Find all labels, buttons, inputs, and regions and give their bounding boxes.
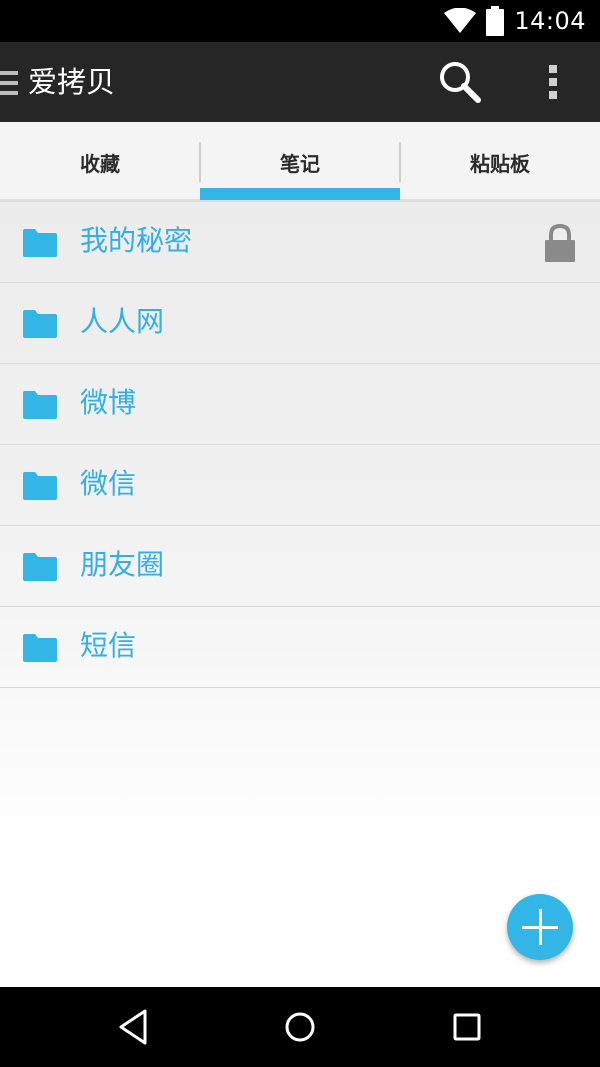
search-icon[interactable] [436,58,484,106]
tab-indicator [200,188,400,200]
folder-row[interactable]: 微博 [0,364,600,445]
more-vert-icon[interactable] [536,58,572,106]
folder-label: 短信 [80,629,137,662]
app-toolbar: 爱拷贝 [0,42,600,122]
folder-label: 微博 [80,386,137,419]
add-icon [522,909,558,945]
folder-row[interactable]: 我的秘密 [0,202,600,283]
lock-icon [545,224,575,262]
folder-icon [23,229,57,257]
add-button[interactable] [507,894,573,960]
folder-label: 朋友圈 [80,548,165,581]
home-icon[interactable] [282,1009,318,1045]
folder-icon [23,472,57,500]
folder-label: 人人网 [80,305,165,338]
status-bar: 14:04 [0,0,600,42]
folder-icon [23,310,57,338]
content-area: 收藏 笔记 粘贴板 我的秘密 人人网 微博 微信 朋友圈 短信 [0,122,600,987]
wifi-icon [444,8,477,33]
tab-favorites[interactable]: 收藏 [0,122,200,202]
tab-label: 笔记 [280,151,320,176]
folder-row[interactable]: 人人网 [0,283,600,364]
app-title: 爱拷贝 [28,65,116,99]
folder-list: 我的秘密 人人网 微博 微信 朋友圈 短信 [0,202,600,688]
system-nav-bar [0,987,600,1067]
recents-icon[interactable] [451,1011,483,1043]
tab-label: 粘贴板 [470,151,530,176]
tab-clipboard[interactable]: 粘贴板 [400,122,600,202]
battery-icon [486,6,505,36]
folder-label: 我的秘密 [80,224,193,257]
folder-row[interactable]: 朋友圈 [0,526,600,607]
tab-bar: 收藏 笔记 粘贴板 [0,122,600,202]
tab-label: 收藏 [80,151,120,176]
status-time: 14:04 [514,7,586,35]
folder-row[interactable]: 短信 [0,607,600,688]
menu-icon[interactable] [0,71,18,95]
folder-icon [23,634,57,662]
folder-icon [23,391,57,419]
folder-row[interactable]: 微信 [0,445,600,526]
folder-icon [23,553,57,581]
folder-label: 微信 [80,467,137,500]
back-icon[interactable] [115,1007,151,1047]
